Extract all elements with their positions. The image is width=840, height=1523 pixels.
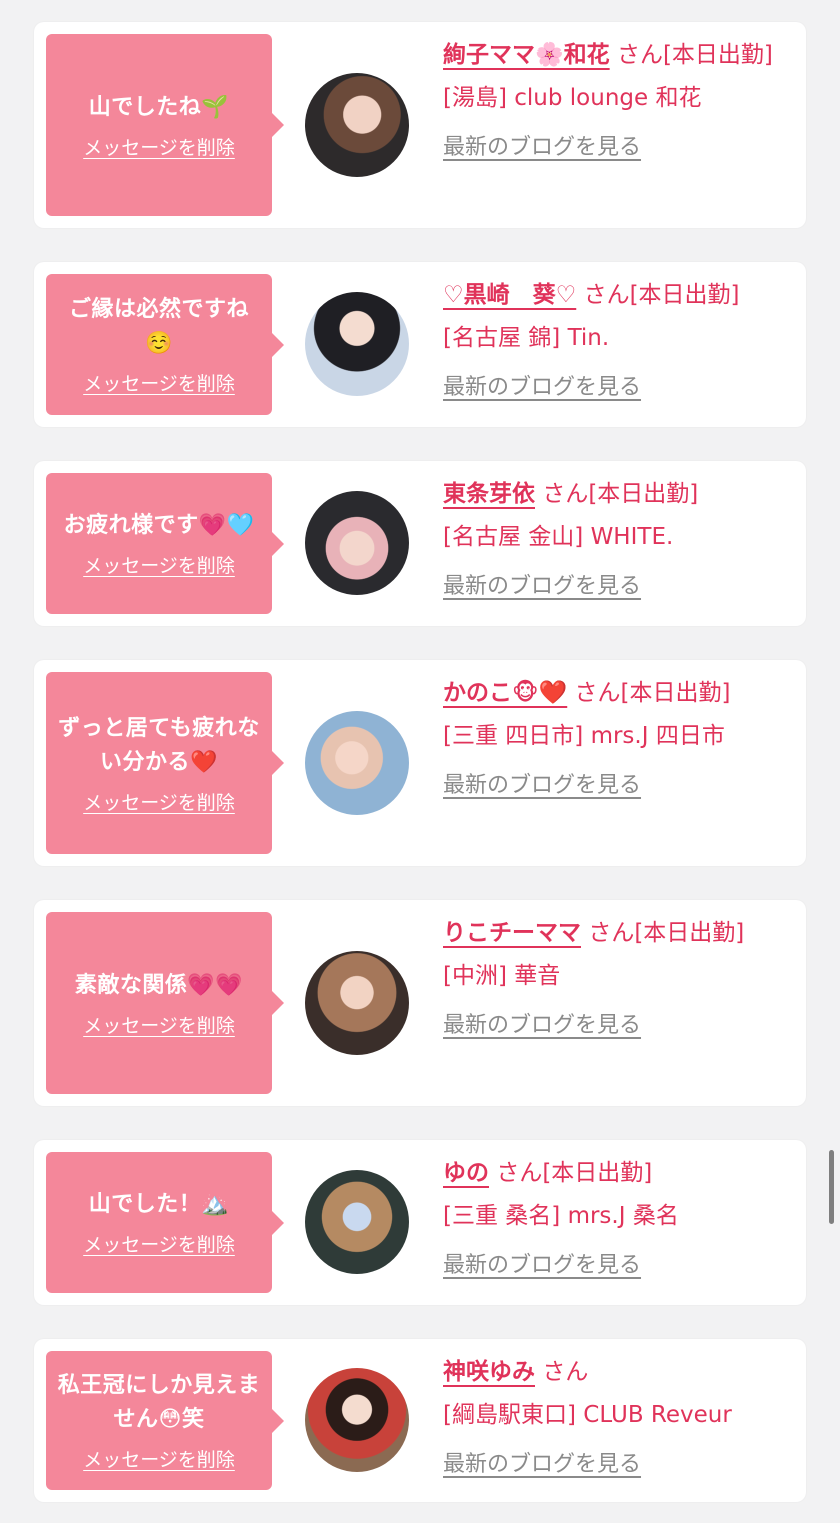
host-status: さん[本日出勤] <box>588 920 745 946</box>
host-status: さん[本日出勤] <box>616 42 773 68</box>
host-name-link[interactable]: ゆの <box>443 1160 489 1186</box>
host-name-link[interactable]: 絢子ママ🌸和花 <box>443 42 610 68</box>
host-info: りこチーママ さん[本日出勤] [中洲] 華音 最新のブログを見る <box>443 912 786 1047</box>
shop-name: [中洲] 華音 <box>443 963 561 989</box>
message-text: 山でしたね🌱 <box>88 94 230 120</box>
avatar[interactable] <box>305 951 409 1055</box>
message-bubble: ご縁は必然ですね☺️ メッセージを削除 <box>46 274 284 415</box>
latest-blog-link[interactable]: 最新のブログを見る <box>443 565 641 608</box>
shop-name: [三重 四日市] mrs.J 四日市 <box>443 723 725 749</box>
message-card: 私王冠にしか見えません😳笑 メッセージを削除 神咲ゆみ さん [綱島駅東口] C… <box>34 1339 806 1502</box>
message-card: ずっと居ても疲れない分かる❤️ メッセージを削除 かのこ🐵❤️ さん[本日出勤]… <box>34 660 806 866</box>
host-status: さん[本日出勤] <box>496 1160 653 1186</box>
message-card: お疲れ様です💗🩵 メッセージを削除 東条芽依 さん[本日出勤] [名古屋 金山]… <box>34 461 806 626</box>
avatar[interactable] <box>305 1368 409 1472</box>
message-text: 山でした！🏔️ <box>88 1192 230 1217</box>
avatar[interactable] <box>305 711 409 815</box>
host-status: さん[本日出勤] <box>542 481 699 507</box>
message-bubble: 素敵な関係💗💗 メッセージを削除 <box>46 912 284 1094</box>
host-info: かのこ🐵❤️ さん[本日出勤] [三重 四日市] mrs.J 四日市 最新のブロ… <box>443 672 786 807</box>
avatar[interactable] <box>305 292 409 396</box>
message-card: ご縁は必然ですね☺️ メッセージを削除 ♡黒崎 葵♡ さん[本日出勤] [名古屋… <box>34 262 806 427</box>
host-info: 神咲ゆみ さん [綱島駅東口] CLUB Reveur 最新のブログを見る <box>443 1351 786 1486</box>
host-status: さん[本日出勤] <box>574 680 731 706</box>
host-info: ゆの さん[本日出勤] [三重 桑名] mrs.J 桑名 最新のブログを見る <box>443 1152 786 1287</box>
shop-name: [三重 桑名] mrs.J 桑名 <box>443 1203 679 1229</box>
shop-name: [綱島駅東口] CLUB Reveur <box>443 1402 732 1428</box>
delete-message-link[interactable]: メッセージを削除 <box>83 551 235 578</box>
host-name-link[interactable]: かのこ🐵❤️ <box>443 680 567 706</box>
avatar[interactable] <box>305 491 409 595</box>
host-name-link[interactable]: ♡黒崎 葵♡ <box>443 282 576 308</box>
avatar[interactable] <box>305 73 409 177</box>
message-bubble: 山でした！🏔️ メッセージを削除 <box>46 1152 284 1293</box>
message-bubble: ずっと居ても疲れない分かる❤️ メッセージを削除 <box>46 672 284 854</box>
latest-blog-link[interactable]: 最新のブログを見る <box>443 366 641 409</box>
avatar[interactable] <box>305 1170 409 1274</box>
host-info: 東条芽依 さん[本日出勤] [名古屋 金山] WHITE. 最新のブログを見る <box>443 473 786 608</box>
message-card: 山でしたね🌱 メッセージを削除 絢子ママ🌸和花 さん[本日出勤] [湯島] cl… <box>34 22 806 228</box>
shop-name: [湯島] club lounge 和花 <box>443 85 702 111</box>
host-name-link[interactable]: 神咲ゆみ <box>443 1359 535 1385</box>
latest-blog-link[interactable]: 最新のブログを見る <box>443 764 641 807</box>
host-name-link[interactable]: りこチーママ <box>443 920 581 946</box>
message-bubble: お疲れ様です💗🩵 メッセージを削除 <box>46 473 284 614</box>
delete-message-link[interactable]: メッセージを削除 <box>83 1230 235 1257</box>
host-status: さん[本日出勤] <box>583 282 740 308</box>
delete-message-link[interactable]: メッセージを削除 <box>83 133 235 160</box>
message-card: 素敵な関係💗💗 メッセージを削除 りこチーママ さん[本日出勤] [中洲] 華音… <box>34 900 806 1106</box>
latest-blog-link[interactable]: 最新のブログを見る <box>443 1244 641 1287</box>
message-text: ご縁は必然ですね☺️ <box>68 297 249 356</box>
latest-blog-link[interactable]: 最新のブログを見る <box>443 126 641 169</box>
shop-name: [名古屋 金山] WHITE. <box>443 524 674 550</box>
host-name-link[interactable]: 東条芽依 <box>443 481 535 507</box>
message-text: 私王冠にしか見えません😳笑 <box>57 1373 261 1432</box>
delete-message-link[interactable]: メッセージを削除 <box>83 1011 235 1038</box>
message-text: 素敵な関係💗💗 <box>74 972 244 998</box>
host-info: ♡黒崎 葵♡ さん[本日出勤] [名古屋 錦] Tin. 最新のブログを見る <box>443 274 786 409</box>
message-card: 山でした！🏔️ メッセージを削除 ゆの さん[本日出勤] [三重 桑名] mrs… <box>34 1140 806 1305</box>
latest-blog-link[interactable]: 最新のブログを見る <box>443 1004 641 1047</box>
delete-message-link[interactable]: メッセージを削除 <box>83 1445 235 1472</box>
shop-name: [名古屋 錦] Tin. <box>443 325 610 351</box>
delete-message-link[interactable]: メッセージを削除 <box>83 788 235 815</box>
message-bubble: 山でしたね🌱 メッセージを削除 <box>46 34 284 216</box>
scrollbar[interactable] <box>829 1150 834 1224</box>
host-info: 絢子ママ🌸和花 さん[本日出勤] [湯島] club lounge 和花 最新の… <box>443 34 786 169</box>
delete-message-link[interactable]: メッセージを削除 <box>83 369 235 396</box>
message-bubble: 私王冠にしか見えません😳笑 メッセージを削除 <box>46 1351 284 1490</box>
latest-blog-link[interactable]: 最新のブログを見る <box>443 1443 641 1486</box>
message-text: お疲れ様です💗🩵 <box>63 513 255 538</box>
message-text: ずっと居ても疲れない分かる❤️ <box>58 715 260 775</box>
host-status: さん <box>542 1359 589 1385</box>
